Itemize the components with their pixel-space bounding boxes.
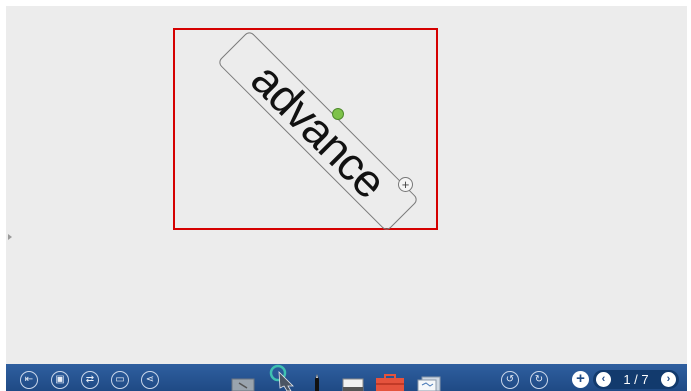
exit-icon[interactable]: ⇤: [20, 371, 38, 389]
whiteboard-eraser-icon[interactable]: [341, 378, 365, 391]
next-page-icon[interactable]: ›: [661, 372, 676, 387]
save-icon[interactable]: ▣: [51, 371, 69, 389]
pages-icon[interactable]: [416, 376, 442, 391]
toolbox-icon[interactable]: [375, 374, 405, 391]
eraser-tool-icon[interactable]: [230, 377, 256, 391]
record-icon[interactable]: ▭: [111, 371, 129, 389]
side-panel-expand-icon[interactable]: [8, 234, 12, 240]
rotate-handle[interactable]: [332, 108, 344, 120]
more-options-icon[interactable]: [685, 372, 691, 386]
scale-handle-icon[interactable]: +: [398, 177, 413, 192]
switch-icon[interactable]: ⇄: [81, 371, 99, 389]
add-page-button[interactable]: +: [572, 371, 589, 388]
undo-icon[interactable]: ↺: [501, 371, 519, 389]
previous-page-icon[interactable]: ‹: [596, 372, 611, 387]
redo-icon[interactable]: ↻: [530, 371, 548, 389]
select-tool-icon[interactable]: [266, 364, 298, 391]
bottom-toolbar: ⇤ ▣ ⇄ ▭ ⋖ ↺ ↻ + ‹ 1 / 7 ›: [6, 364, 690, 391]
page-navigator: ‹ 1 / 7 ›: [593, 370, 679, 389]
pen-tool-icon[interactable]: [310, 373, 324, 391]
share-icon[interactable]: ⋖: [141, 371, 159, 389]
page-counter[interactable]: 1 / 7: [615, 372, 657, 387]
